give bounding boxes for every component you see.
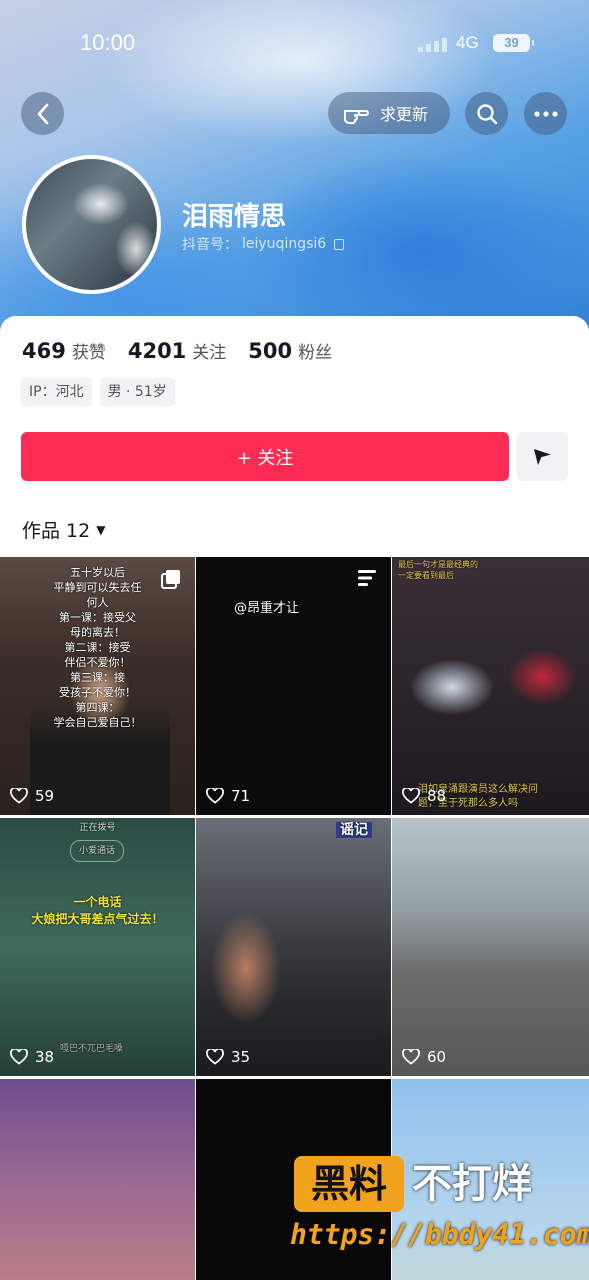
avatar[interactable]	[22, 155, 161, 294]
ip-location-tag: IP：河北	[21, 378, 92, 406]
multi-image-icon	[161, 570, 180, 589]
like-count-value: 38	[35, 1048, 55, 1066]
profile-nickname: 泪雨情思	[182, 202, 287, 232]
stat-value: 4201	[127, 339, 187, 363]
gender-age-tag: 男 · 51岁	[99, 378, 175, 406]
signal-icon	[418, 36, 447, 52]
send-icon	[533, 448, 552, 465]
video-tile[interactable]: 最后一句才是最经典的 一定要看到最后 泪如泉涌跟演员这么解决问 题，至于死那么多…	[392, 557, 589, 815]
video-overlay-text: 五十岁以后 平静到可以失去任 何人 第一课：接受父 母的离去！ 第二课：接受 伴…	[53, 566, 142, 729]
stat-value: 500	[248, 339, 293, 363]
profile-tags: IP：河北 男 · 51岁	[21, 378, 175, 406]
battery-icon: 39	[493, 34, 534, 52]
like-count: 60	[402, 1048, 446, 1066]
pointing-hand-icon	[344, 110, 369, 124]
chevron-left-icon	[37, 103, 48, 124]
caret-down-icon: ▼	[96, 522, 106, 537]
more-button[interactable]	[524, 92, 567, 135]
like-count-value: 71	[231, 787, 251, 805]
douyin-id-row[interactable]: 抖音号： leiyuqingsi6	[182, 234, 345, 254]
douyin-id-label: 抖音号：	[182, 237, 238, 253]
search-icon	[476, 103, 497, 124]
video-footer-text: 嘎巴不兀巴毛嗓	[60, 1044, 124, 1054]
like-count: 59	[10, 787, 54, 805]
back-button[interactable]	[21, 92, 64, 135]
video-overlay-text: 谣记	[336, 822, 372, 838]
video-tile[interactable]	[0, 1079, 195, 1280]
watermark-text: 不打烊	[412, 1161, 532, 1207]
status-time: 10:00	[80, 30, 136, 55]
stat-following[interactable]: 4201 关注	[128, 338, 226, 363]
call-name-pill: 小爱通话	[70, 840, 125, 862]
stat-label: 获赞	[71, 343, 106, 363]
heart-icon	[402, 1049, 420, 1065]
request-update-label: 求更新	[380, 105, 429, 124]
stat-likes[interactable]: 469 获赞	[22, 338, 106, 363]
video-tile[interactable]: 正在拨号 小爱通话 一个电话 大娘把大哥差点气过去！ 嘎巴不兀巴毛嗓 38	[0, 818, 195, 1076]
copy-icon[interactable]	[334, 238, 345, 250]
follow-button[interactable]: + 关注	[21, 432, 509, 481]
like-count-value: 88	[427, 787, 447, 805]
like-count: 88	[402, 787, 446, 805]
stat-label: 关注	[192, 343, 227, 363]
video-overlay-text: @昂重才让	[234, 601, 300, 616]
share-button[interactable]	[517, 432, 568, 481]
more-dots-icon	[533, 110, 558, 117]
status-bar: 10:00 4G 39	[0, 0, 589, 88]
stat-label: 粉丝	[298, 343, 333, 363]
heart-icon	[206, 788, 224, 804]
like-count: 71	[206, 787, 250, 805]
stat-followers[interactable]: 500 粉丝	[248, 338, 332, 363]
like-count-value: 35	[231, 1048, 251, 1066]
like-count-value: 60	[427, 1048, 447, 1066]
heart-icon	[10, 1049, 28, 1065]
like-count-value: 59	[35, 787, 55, 805]
watermark-url: https://bbdy41.com	[290, 1218, 589, 1251]
video-tile[interactable]: @昂重才让 71	[196, 557, 391, 815]
video-tile[interactable]: 谣记 35	[196, 818, 391, 1076]
heart-icon	[402, 788, 420, 804]
network-type: 4G	[456, 33, 479, 52]
works-tab[interactable]: 作品 12 ▼	[22, 516, 105, 543]
video-overlay-text: 正在拨号	[79, 823, 116, 833]
douyin-id-value: leiyuqingsi6	[242, 236, 327, 252]
like-count: 35	[206, 1048, 250, 1066]
video-overlay-text: 最后一句才是最经典的 一定要看到最后	[398, 560, 478, 580]
heart-icon	[10, 788, 28, 804]
profile-stats: 469 获赞 4201 关注 500 粉丝	[22, 338, 354, 363]
works-tab-label: 作品 12	[22, 520, 91, 542]
video-tile[interactable]: 60	[392, 818, 589, 1076]
watermark-box-text: 黑料	[294, 1156, 404, 1212]
watermark: 黑料 不打烊 https://bbdy41.com	[288, 1152, 589, 1262]
heart-icon	[206, 1049, 224, 1065]
video-caption: 一个电话 大娘把大哥差点气过去！	[31, 895, 164, 926]
request-update-button[interactable]: 求更新	[328, 92, 450, 134]
search-button[interactable]	[465, 92, 508, 135]
stat-value: 469	[22, 339, 66, 363]
text-post-icon	[358, 570, 376, 586]
video-tile[interactable]: 五十岁以后 平静到可以失去任 何人 第一课：接受父 母的离去！ 第二课：接受 伴…	[0, 557, 195, 815]
like-count: 38	[10, 1048, 54, 1066]
